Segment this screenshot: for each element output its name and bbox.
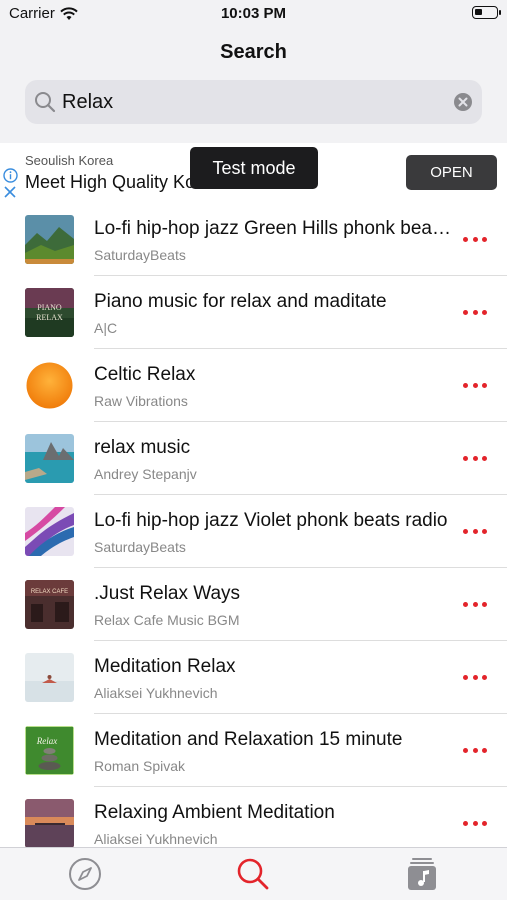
clear-search-icon[interactable] xyxy=(453,92,473,112)
album-thumbnail xyxy=(25,434,74,483)
album-thumbnail xyxy=(25,653,74,702)
svg-text:Relax: Relax xyxy=(36,736,58,746)
more-options-icon[interactable] xyxy=(463,304,487,320)
track-title: Piano music for relax and maditate xyxy=(94,291,387,312)
list-item[interactable]: Meditation Relax Aliaksei Yukhnevich xyxy=(0,641,507,714)
more-options-icon[interactable] xyxy=(463,377,487,393)
more-options-icon[interactable] xyxy=(463,742,487,758)
svg-text:RELAX: RELAX xyxy=(36,313,63,322)
more-options-icon[interactable] xyxy=(463,523,487,539)
more-options-icon[interactable] xyxy=(463,231,487,247)
album-thumbnail xyxy=(25,507,74,556)
track-artist: A|C xyxy=(94,320,118,336)
track-title: .Just Relax Ways xyxy=(94,583,241,604)
search-bar[interactable] xyxy=(25,80,482,124)
album-thumbnail xyxy=(25,215,74,264)
ad-close-icon[interactable] xyxy=(4,186,16,198)
album-thumbnail xyxy=(25,361,74,410)
battery-icon xyxy=(472,6,501,19)
compass-icon[interactable] xyxy=(67,856,103,892)
ad-open-button[interactable]: OPEN xyxy=(406,155,497,190)
track-artist: Aliaksei Yukhnevich xyxy=(94,831,218,847)
list-item[interactable]: Lo-fi hip-hop jazz Violet phonk beats ra… xyxy=(0,495,507,568)
clock: 10:03 PM xyxy=(220,5,287,22)
music-library-icon[interactable] xyxy=(404,856,440,892)
track-artist: Relax Cafe Music BGM xyxy=(94,612,240,628)
album-thumbnail: RELAX CAFE xyxy=(25,580,74,629)
more-options-icon[interactable] xyxy=(463,669,487,685)
more-options-icon[interactable] xyxy=(463,596,487,612)
list-item[interactable]: Relax Meditation and Relaxation 15 minut… xyxy=(0,714,507,787)
list-item[interactable]: Relaxing Ambient Meditation Aliaksei Yuk… xyxy=(0,787,507,847)
track-artist: Andrey Stepanjv xyxy=(94,466,197,482)
more-options-icon[interactable] xyxy=(463,450,487,466)
status-bar: Carrier 10:03 PM xyxy=(0,0,507,30)
results-list: Lo-fi hip-hop jazz Green Hills phonk bea… xyxy=(0,203,507,847)
track-artist: Raw Vibrations xyxy=(94,393,188,409)
tab-bar xyxy=(0,847,507,900)
track-artist: SaturdayBeats xyxy=(94,539,186,555)
list-item[interactable]: PIANO RELAX Piano music for relax and ma… xyxy=(0,276,507,349)
more-options-icon[interactable] xyxy=(463,815,487,831)
album-thumbnail: Relax xyxy=(25,726,74,775)
track-title: Lo-fi hip-hop jazz Violet phonk beats ra… xyxy=(94,510,448,531)
page-title: Search xyxy=(220,41,287,63)
search-input[interactable] xyxy=(62,86,442,118)
track-artist: SaturdayBeats xyxy=(94,247,186,263)
track-title: Meditation and Relaxation 15 minute xyxy=(94,729,403,750)
ad-info-icon[interactable] xyxy=(3,168,18,183)
album-thumbnail: PIANO RELAX xyxy=(25,288,74,337)
track-title: Relaxing Ambient Meditation xyxy=(94,802,335,823)
list-item[interactable]: relax music Andrey Stepanjv xyxy=(0,422,507,495)
search-tab-icon[interactable] xyxy=(235,856,271,892)
track-artist: Roman Spivak xyxy=(94,758,186,774)
track-title: Meditation Relax xyxy=(94,656,236,677)
test-mode-badge: Test mode xyxy=(190,147,318,189)
svg-text:RELAX CAFE: RELAX CAFE xyxy=(31,589,68,595)
track-artist: Aliaksei Yukhnevich xyxy=(94,685,218,701)
album-thumbnail xyxy=(25,799,74,847)
svg-text:PIANO: PIANO xyxy=(37,303,62,312)
list-item[interactable]: RELAX CAFE .Just Relax Ways Relax Cafe M… xyxy=(0,568,507,641)
ad-advertiser: Seoulish Korea xyxy=(25,153,114,168)
search-icon xyxy=(35,92,56,113)
track-title: relax music xyxy=(94,437,191,458)
track-title: Celtic Relax xyxy=(94,364,196,385)
list-item[interactable]: Lo-fi hip-hop jazz Green Hills phonk bea… xyxy=(0,203,507,276)
ad-banner[interactable]: Seoulish Korea Meet High Quality Korean … xyxy=(0,143,507,203)
track-title: Lo-fi hip-hop jazz Green Hills phonk bea… xyxy=(94,218,452,239)
list-item[interactable]: Celtic Relax Raw Vibrations xyxy=(0,349,507,422)
